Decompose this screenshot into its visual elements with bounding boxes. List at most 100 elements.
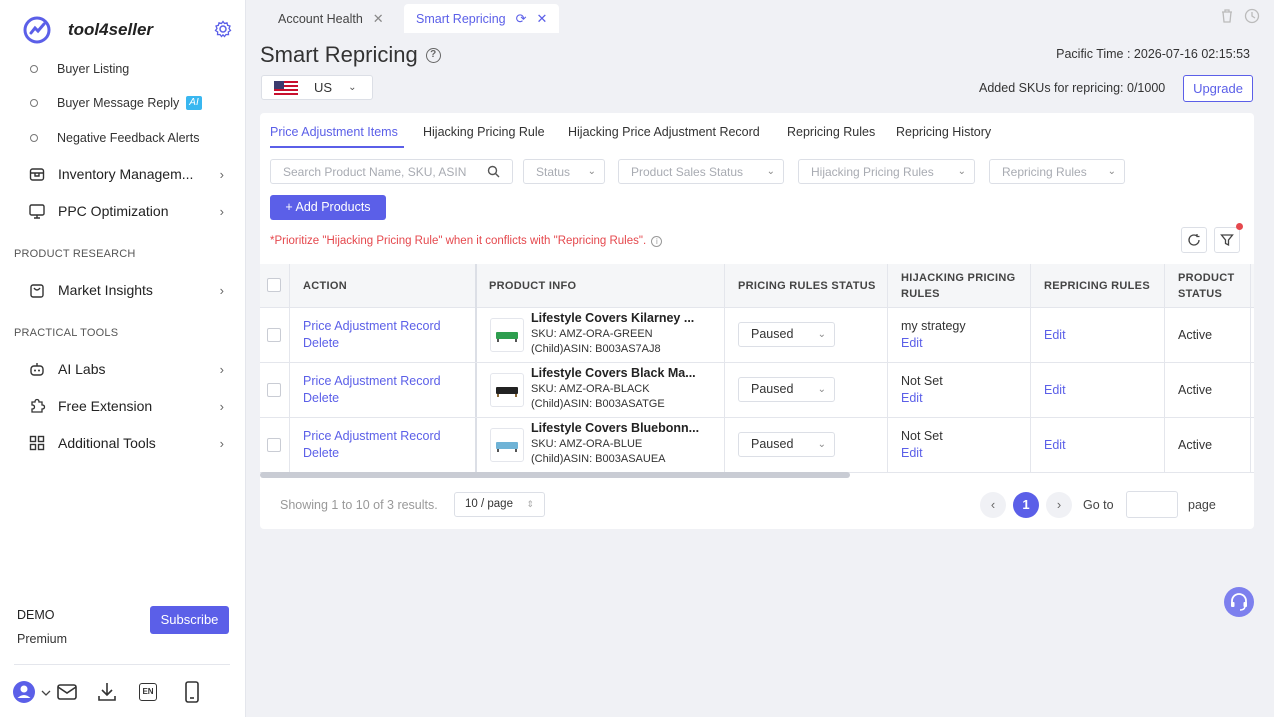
product-asin: (Child)ASIN: B003AS7AJ8 — [531, 343, 661, 355]
pricing-status-value: Paused — [751, 437, 794, 451]
mail-icon[interactable] — [54, 680, 96, 704]
download-icon[interactable] — [96, 680, 138, 704]
tab-label: Account Health — [278, 11, 363, 26]
price-adjustment-record-link[interactable]: Price Adjustment Record — [303, 319, 441, 333]
product-name[interactable]: Lifestyle Covers Kilarney ... — [531, 311, 706, 325]
sidebar-item-negative-feedback-alerts[interactable]: Negative Feedback Alerts — [30, 131, 199, 145]
chevron-down-icon: ⌄ — [817, 384, 826, 395]
product-asin: (Child)ASIN: B003ASATGE — [531, 398, 665, 410]
pricing-status-select[interactable]: Paused ⌄ — [738, 432, 835, 457]
support-chat-button[interactable] — [1224, 587, 1254, 617]
delete-link[interactable]: Delete — [303, 391, 339, 405]
search-input[interactable]: Search Product Name, SKU, ASIN — [270, 159, 513, 184]
subscribe-button[interactable]: Subscribe — [150, 606, 229, 634]
product-sales-status-filter[interactable]: Product Sales Status ⌄ — [618, 159, 784, 184]
mobile-icon[interactable] — [180, 680, 204, 704]
avatar-icon[interactable] — [12, 680, 38, 704]
pricing-status-select[interactable]: Paused ⌄ — [738, 377, 835, 402]
next-page-button[interactable]: › — [1046, 492, 1072, 518]
brand-logo[interactable]: tool4seller — [22, 14, 153, 46]
refresh-icon[interactable]: ⟳ — [516, 11, 527, 27]
page-title: Smart Repricing ? — [260, 42, 441, 68]
region-select[interactable]: US ⌄ — [261, 75, 373, 100]
bullet-icon — [30, 99, 38, 107]
sidebar-item-label: Market Insights — [58, 282, 153, 298]
close-icon[interactable]: ✕ — [373, 11, 384, 27]
repricing-rule-edit-link[interactable]: Edit — [1044, 328, 1066, 342]
hijacking-rule-edit-link[interactable]: Edit — [901, 446, 923, 460]
sidebar-item-buyer-message-reply[interactable]: Buyer Message Reply AI — [30, 96, 202, 110]
refresh-button[interactable] — [1181, 227, 1207, 253]
divider — [14, 664, 230, 665]
main-card: Price Adjustment Items Hijacking Pricing… — [260, 113, 1254, 529]
chevron-right-icon: › — [219, 282, 224, 298]
hijacking-pricing-rules-filter[interactable]: Hijacking Pricing Rules ⌄ — [798, 159, 975, 184]
hijacking-rule-edit-link[interactable]: Edit — [901, 391, 923, 405]
repricing-rule-edit-link[interactable]: Edit — [1044, 383, 1066, 397]
product-sku: SKU: AMZ-ORA-BLUE — [531, 438, 643, 450]
us-flag-icon — [274, 80, 298, 95]
row-checkbox[interactable] — [267, 383, 281, 397]
sidebar-item-label: PPC Optimization — [58, 203, 169, 219]
sidebar-item-free-extension[interactable]: Free Extension › — [28, 397, 226, 415]
delete-link[interactable]: Delete — [303, 446, 339, 460]
price-adjustment-record-link[interactable]: Price Adjustment Record — [303, 374, 441, 388]
filter-indicator-dot — [1236, 223, 1243, 230]
subtab-repricing-history[interactable]: Repricing History — [896, 125, 991, 139]
repricing-rules-filter[interactable]: Repricing Rules ⌄ — [989, 159, 1125, 184]
sidebar-item-inventory-management[interactable]: Inventory Managem... › — [28, 165, 226, 183]
hijacking-rule-edit-link[interactable]: Edit — [901, 336, 923, 350]
sidebar-item-buyer-listing[interactable]: Buyer Listing — [30, 62, 129, 76]
product-image-icon — [496, 332, 518, 342]
product-name[interactable]: Lifestyle Covers Black Ma... — [531, 366, 706, 380]
status-filter[interactable]: Status ⌄ — [523, 159, 605, 184]
select-all-checkbox[interactable] — [267, 278, 281, 292]
sidebar-item-label: Additional Tools — [58, 435, 156, 451]
product-sku: SKU: AMZ-ORA-BLACK — [531, 383, 650, 395]
sidebar-item-ai-labs[interactable]: AI Labs › — [28, 360, 226, 378]
help-icon[interactable]: ? — [425, 47, 441, 63]
subtab-price-adjustment-items[interactable]: Price Adjustment Items — [270, 125, 398, 139]
table-row: Price Adjustment Record Delete Lifestyle… — [260, 308, 1254, 363]
price-adjustment-record-link[interactable]: Price Adjustment Record — [303, 429, 441, 443]
page-1-button[interactable]: 1 — [1013, 492, 1039, 518]
active-tab-indicator — [270, 146, 404, 148]
sidebar-item-label: Buyer Message Reply — [57, 96, 180, 110]
bullet-icon — [30, 134, 38, 142]
horizontal-scrollbar[interactable] — [260, 472, 850, 478]
subtab-hijacking-price-adjustment-record[interactable]: Hijacking Price Adjustment Record — [568, 125, 760, 139]
region-value: US — [314, 80, 333, 95]
sidebar-item-market-insights[interactable]: Market Insights › — [28, 281, 226, 299]
clock-icon[interactable] — [1244, 8, 1260, 24]
page-label: page — [1188, 498, 1216, 512]
sidebar-item-additional-tools[interactable]: Additional Tools › — [28, 434, 226, 452]
product-name[interactable]: Lifestyle Covers Bluebonn... — [531, 421, 706, 435]
chevron-down-icon[interactable] — [38, 680, 54, 704]
goto-page-input[interactable] — [1126, 491, 1178, 518]
add-products-button[interactable]: + Add Products — [270, 195, 386, 220]
language-switch[interactable]: EN — [138, 680, 180, 704]
prev-page-button[interactable]: ‹ — [980, 492, 1006, 518]
pricing-status-select[interactable]: Paused ⌄ — [738, 322, 835, 347]
tab-account-health[interactable]: Account Health ✕ — [266, 4, 396, 33]
gear-icon[interactable] — [214, 20, 232, 38]
page-size-select[interactable]: 10 / page ⇕ — [454, 492, 545, 517]
product-thumbnail[interactable] — [490, 428, 524, 462]
tab-smart-repricing[interactable]: Smart Repricing ⟳ ✕ — [404, 4, 560, 33]
close-icon[interactable]: ✕ — [537, 11, 548, 27]
trash-icon[interactable] — [1220, 8, 1234, 24]
row-checkbox[interactable] — [267, 438, 281, 452]
page-title-text: Smart Repricing — [260, 42, 418, 67]
product-thumbnail[interactable] — [490, 373, 524, 407]
upgrade-button[interactable]: Upgrade — [1183, 75, 1253, 102]
chevron-right-icon: › — [219, 166, 224, 182]
repricing-rule-edit-link[interactable]: Edit — [1044, 438, 1066, 452]
delete-link[interactable]: Delete — [303, 336, 339, 350]
row-checkbox[interactable] — [267, 328, 281, 342]
sidebar-item-ppc-optimization[interactable]: PPC Optimization › — [28, 202, 226, 220]
subtab-repricing-rules[interactable]: Repricing Rules — [787, 125, 875, 139]
filter-button[interactable] — [1214, 227, 1240, 253]
info-icon[interactable]: i — [651, 236, 663, 247]
subtab-hijacking-pricing-rule[interactable]: Hijacking Pricing Rule — [423, 125, 545, 139]
product-thumbnail[interactable] — [490, 318, 524, 352]
